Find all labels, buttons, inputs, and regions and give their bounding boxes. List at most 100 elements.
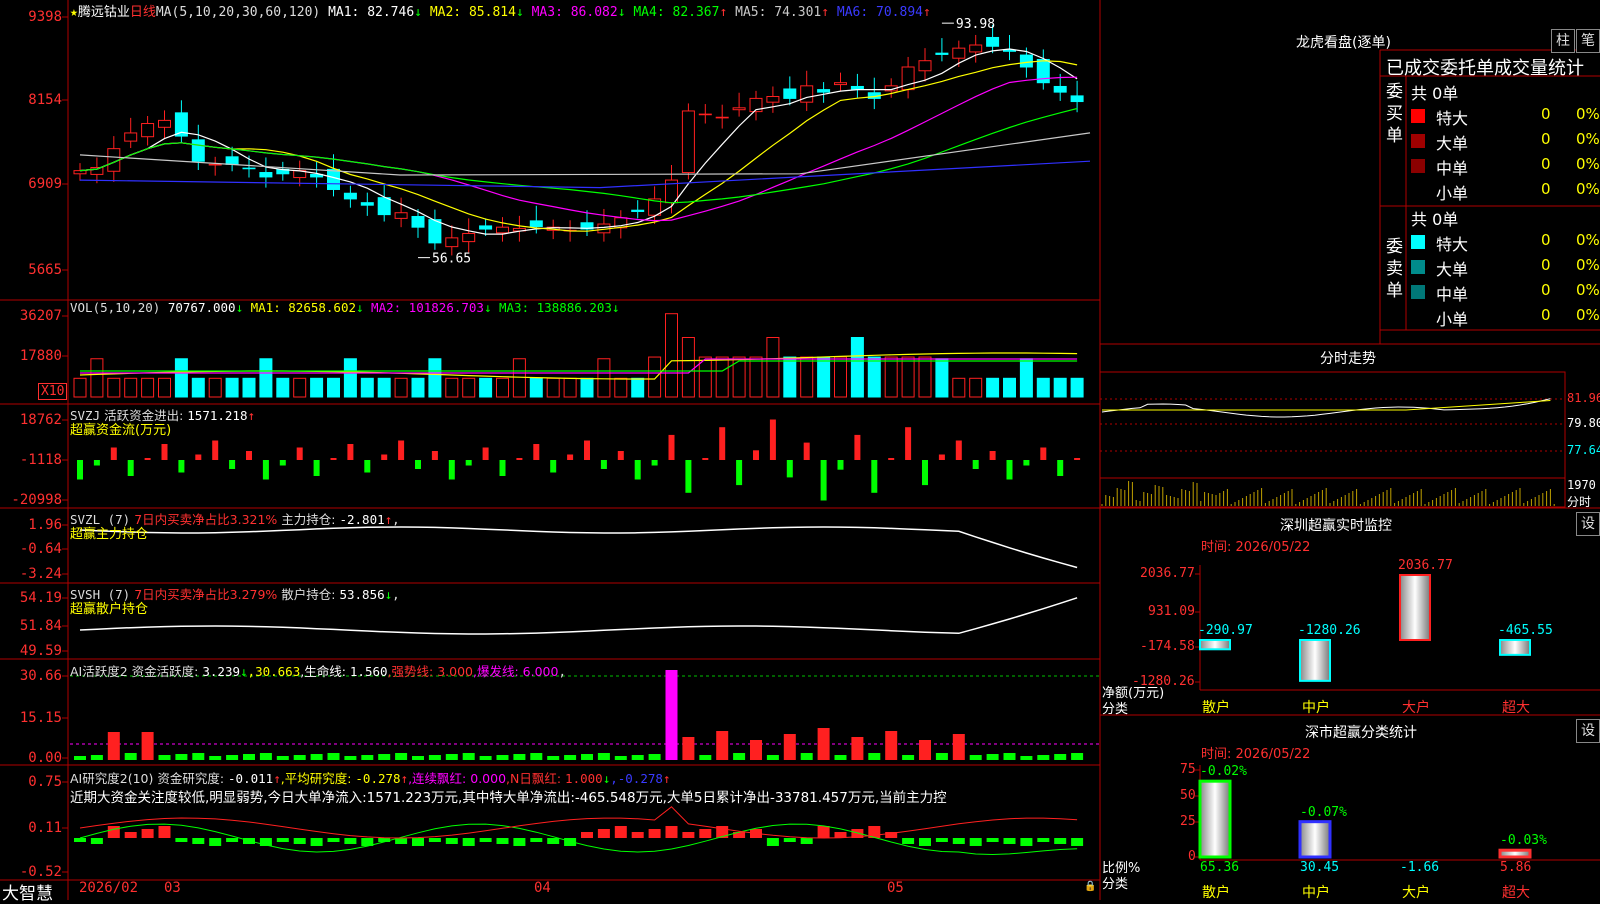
buy-row-count: 0 — [1541, 155, 1551, 173]
fund-flow-bar — [634, 460, 641, 480]
fund-flow-bar — [127, 460, 134, 476]
fund-flow-bar — [296, 447, 303, 460]
volume-bar-up — [834, 356, 847, 398]
sell-color-swatch — [1411, 260, 1425, 274]
research-bar — [192, 838, 205, 844]
activity-bar — [412, 756, 424, 760]
research-bar — [90, 838, 103, 844]
ma2-legend: MA2: 85.814↓ — [429, 5, 524, 20]
volume-bar-down — [411, 377, 425, 398]
ai1-legend: AI活跃度2 资金活跃度: 3.239↓,30.663,生命线: 1.560,强… — [70, 664, 566, 679]
research-bar — [412, 838, 424, 846]
research-bar — [479, 838, 492, 842]
candle-down — [1053, 85, 1067, 93]
fund-flow-bar — [600, 460, 607, 469]
volume-bar-up — [73, 377, 87, 398]
activity-bar — [665, 670, 678, 760]
category-label: 分类 — [1102, 702, 1129, 717]
fund-flow-bar — [77, 460, 83, 480]
stat-ytick: 50 — [1180, 788, 1196, 803]
fenshi-price-low: 77.64 — [1567, 443, 1600, 457]
volume-bar-down — [1053, 377, 1067, 398]
activity-bar — [344, 756, 357, 760]
volume-bar-up — [546, 377, 560, 398]
longhu-title: 龙虎看盘(逐单) — [1296, 35, 1391, 51]
activity-bar — [395, 753, 408, 760]
period-label[interactable]: 日线 — [130, 5, 156, 20]
ma6-legend: MA6: 70.894↑ — [836, 5, 931, 20]
activity-bar — [750, 740, 762, 760]
volume-bar-up — [952, 377, 966, 398]
candle-up — [208, 163, 222, 166]
activity-bar — [851, 737, 864, 760]
buy-row-pct: 0% — [1576, 155, 1600, 173]
volume-bar-up — [665, 313, 678, 398]
monitor-ytick: -174.58 — [1140, 639, 1195, 654]
volume-bar-up — [394, 377, 408, 398]
ai1-ytick: 15.15 — [19, 710, 62, 726]
column-mode-button[interactable]: 柱 — [1551, 29, 1575, 53]
fund-flow-bar — [753, 450, 759, 460]
activity-bar — [445, 754, 458, 760]
activity-bar — [107, 732, 120, 760]
tick-mode-button[interactable]: 笔 — [1576, 29, 1600, 53]
volume-bar-up — [293, 377, 307, 398]
activity-bar — [868, 753, 881, 760]
research-bar — [513, 838, 526, 846]
research-bar — [986, 838, 999, 842]
candle-up — [73, 170, 87, 175]
fund-flow-bar — [938, 454, 945, 460]
monitor-bar — [1299, 639, 1331, 682]
stat-cat-label: 大户 — [1402, 885, 1430, 901]
research-bar — [496, 838, 509, 844]
volume-bar-down — [479, 377, 493, 398]
svzj-ytick: -1118 — [19, 452, 62, 468]
monitor-settings-button[interactable]: 设 — [1576, 512, 1600, 536]
monitor-bar-label: -290.97 — [1198, 623, 1253, 638]
research-bar — [530, 838, 543, 842]
fund-flow-bar — [922, 460, 928, 486]
volume-bar-down — [225, 377, 239, 398]
fund-flow-bar — [246, 451, 252, 460]
candle-down — [343, 192, 357, 200]
volume-bar-down — [377, 377, 391, 398]
candle-up — [766, 96, 780, 103]
activity-bar — [631, 755, 644, 760]
monitor-cat-label: 大户 — [1402, 700, 1430, 716]
chart-canvas[interactable]: 93.98 56.65 — [0, 0, 1600, 900]
fund-flow-bar — [702, 458, 709, 460]
volume-bar-up — [597, 358, 611, 398]
xaxis-label-mar: 03 — [164, 880, 181, 896]
activity-bar — [243, 754, 255, 760]
fund-flow-bar — [533, 444, 540, 460]
svzl-subtitle: 超赢主力持仓 — [70, 527, 149, 542]
fund-flow-bar — [955, 440, 962, 460]
stat-settings-button[interactable]: 设 — [1576, 719, 1600, 743]
volume-bar-up — [648, 356, 662, 398]
lock-icon[interactable]: 🔒 — [1084, 881, 1096, 892]
favorite-star-icon[interactable]: ★ — [70, 5, 78, 20]
research-bar — [445, 838, 458, 844]
tab-order-volume[interactable]: 已成交委托单成交量统计 — [1386, 54, 1584, 80]
vol-unit-badge[interactable]: X10 — [38, 383, 68, 400]
activity-bar — [530, 753, 543, 760]
volume-bar-up — [158, 377, 171, 398]
ma5-line — [79, 132, 1091, 176]
vol-legend: VOL(5,10,20) 70767.000↓ MA1: 82658.602↓ … — [70, 300, 620, 315]
activity-bar — [699, 755, 712, 760]
fund-flow-bar — [93, 460, 100, 466]
fund-flow-bar — [617, 451, 624, 460]
candle-down — [529, 220, 543, 228]
activity-bar — [614, 756, 627, 760]
volume-bar-up — [124, 377, 138, 398]
activity-bar — [885, 731, 898, 760]
svsh-ytick: 51.84 — [19, 618, 62, 634]
fund-flow-bar — [1057, 460, 1064, 476]
stat-ytick: 0 — [1188, 849, 1196, 864]
candle-up — [681, 110, 695, 174]
fund-flow-bar — [178, 460, 185, 473]
research-bar — [817, 826, 830, 838]
activity-bar — [226, 755, 239, 760]
fenshi-price-mid: 79.80 — [1567, 416, 1600, 430]
research-bar — [581, 832, 593, 838]
